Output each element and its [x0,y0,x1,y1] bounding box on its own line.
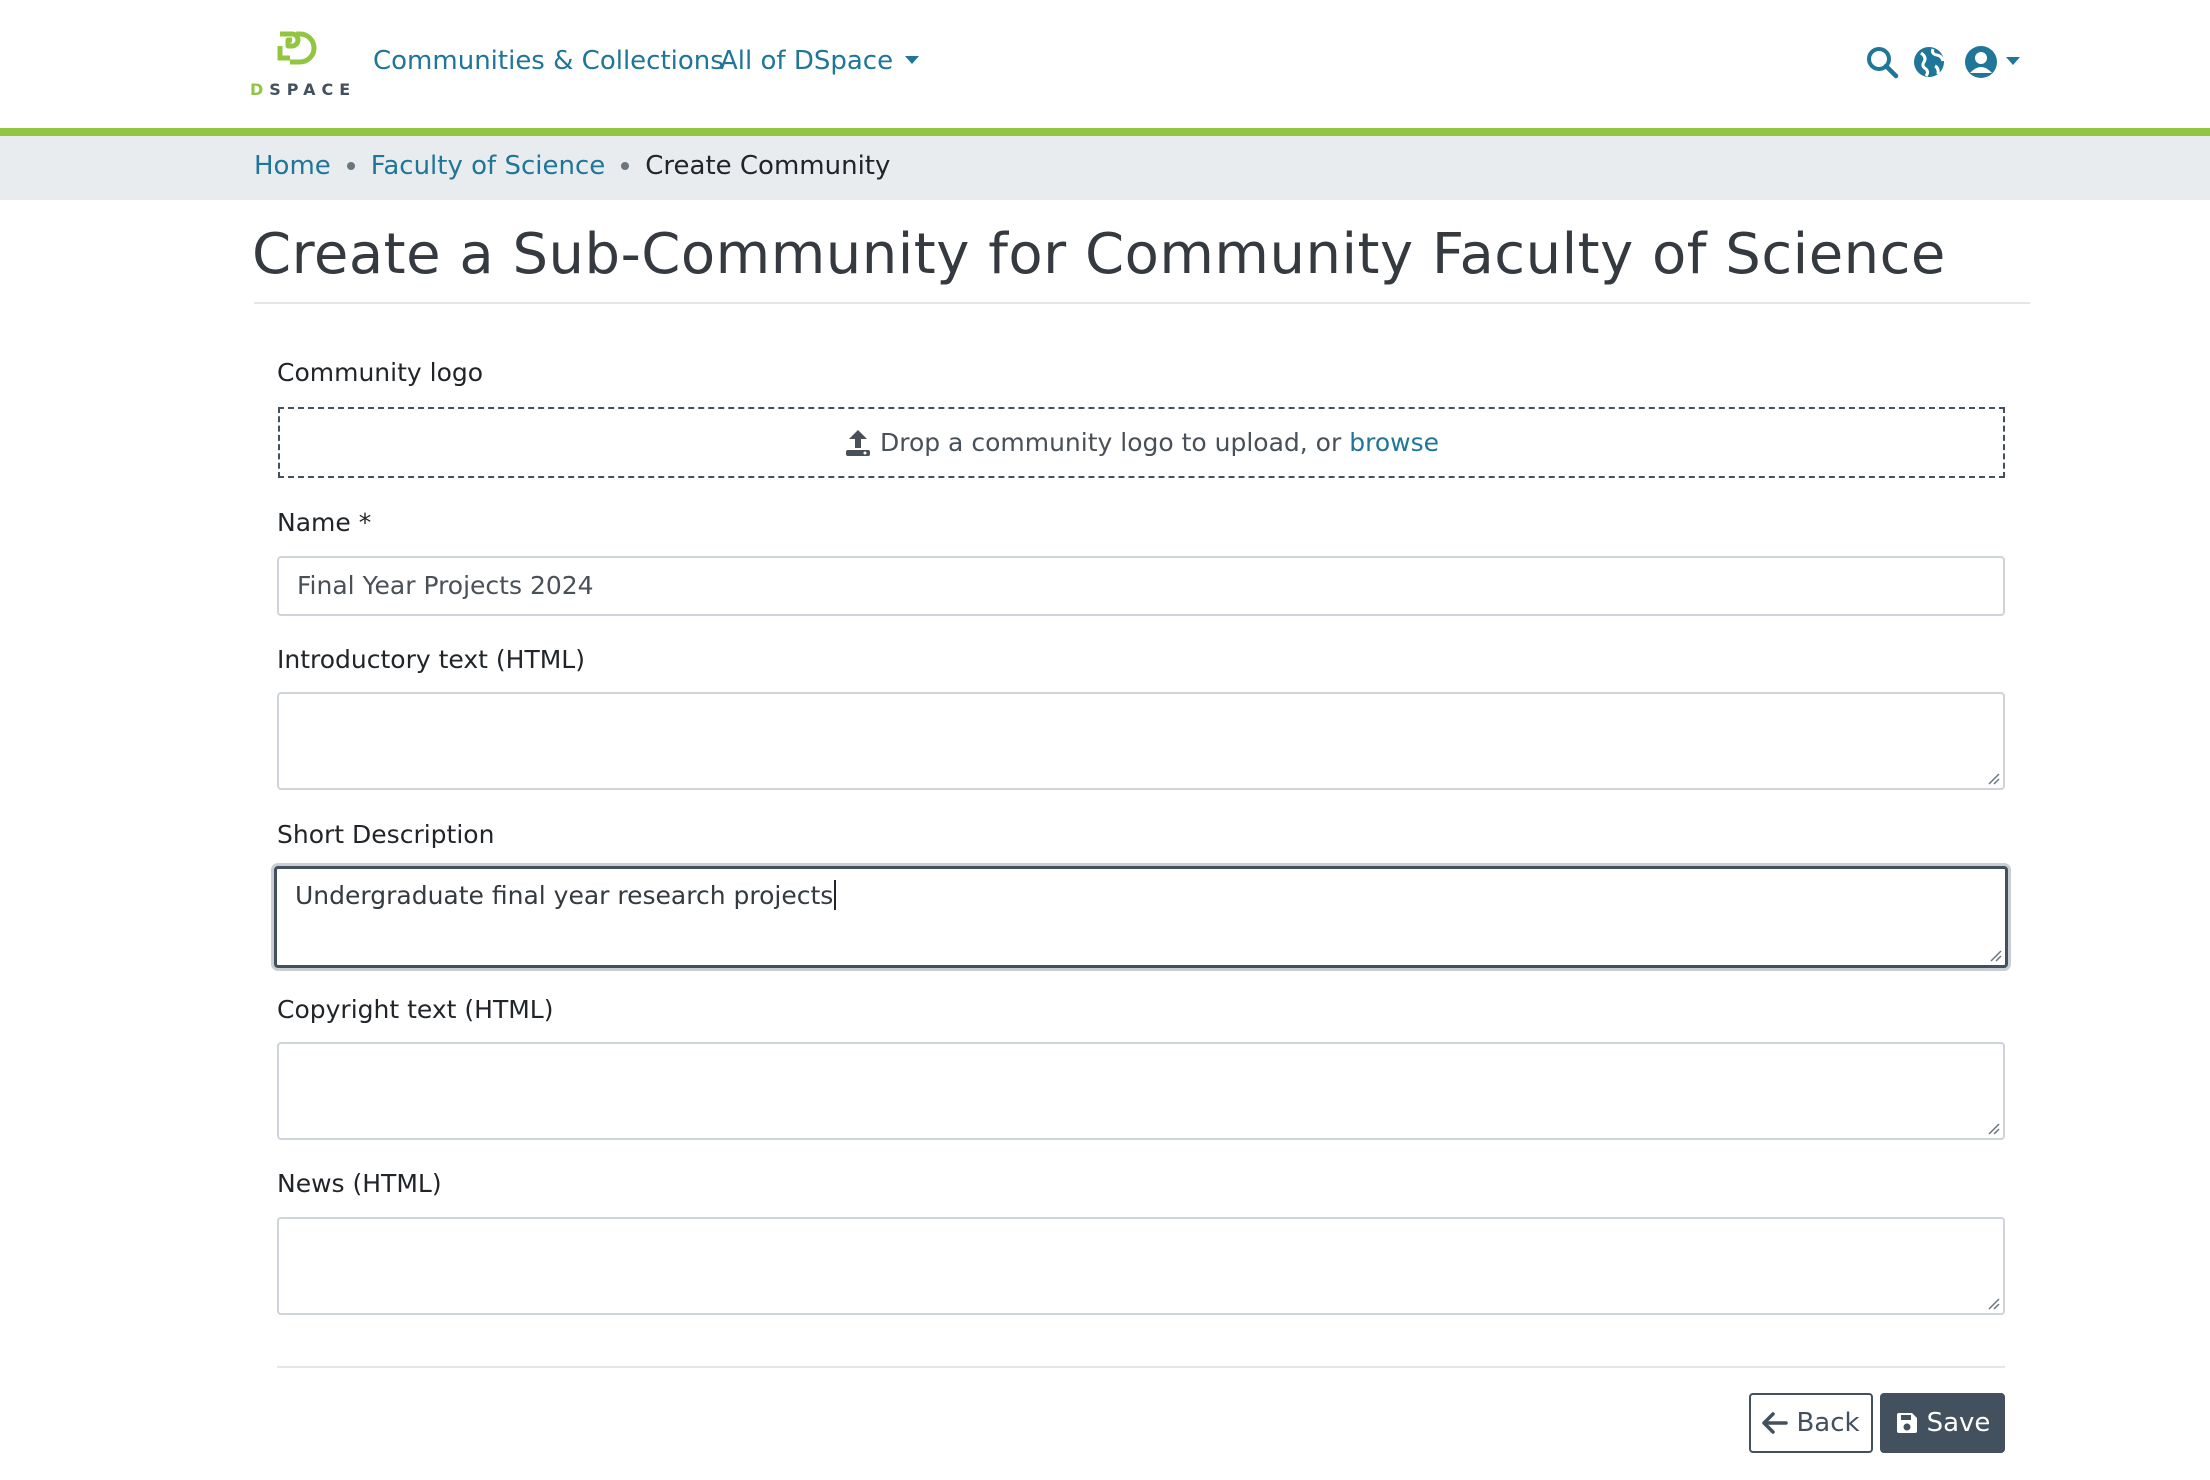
name-input[interactable]: Final Year Projects 2024 [277,556,2005,616]
nav-all-of-dspace[interactable]: All of DSpace [720,46,920,76]
upload-icon [845,429,870,456]
dropzone-text: Drop a community logo to upload, or [879,428,1342,457]
logo-dropzone[interactable]: Drop a community logo to upload, or brow… [278,407,2005,478]
breadcrumb-faculty-of-science[interactable]: Faculty of Science [371,151,605,181]
nav-communities-collections[interactable]: Communities & Collections [373,46,724,76]
breadcrumb-home[interactable]: Home [254,151,331,181]
title-divider [254,302,2030,304]
save-icon [1896,1413,1917,1433]
short-description-value: Undergraduate final year research projec… [295,881,834,910]
globe-icon[interactable] [1911,44,1947,80]
back-button-label: Back [1796,1408,1860,1438]
text-cursor [834,880,837,910]
breadcrumb: Home Faculty of Science Create Community [0,136,2210,200]
browse-link[interactable]: browse [1349,428,1439,457]
name-label: Name * [277,508,372,537]
short-description-textarea[interactable]: Undergraduate final year research projec… [274,866,2008,968]
page-title: Create a Sub-Community for Community Fac… [252,222,1946,287]
user-icon[interactable] [1963,44,1999,80]
resize-handle-icon[interactable] [1988,948,2002,962]
form-divider [277,1366,2005,1368]
breadcrumb-separator [346,162,355,170]
chevron-down-icon [905,55,920,64]
community-logo-label: Community logo [277,358,484,387]
dspace-logo[interactable]: DSPACE [250,28,357,100]
news-textarea[interactable] [277,1217,2005,1315]
site-header: DSPACE Communities & Collections All of … [0,0,2210,128]
nav-all-label: All of DSpace [720,46,894,76]
save-button[interactable]: Save [1880,1393,2005,1453]
breadcrumb-separator [621,162,630,170]
news-label: News (HTML) [277,1169,442,1198]
resize-handle-icon[interactable] [1986,771,2000,785]
header-accent-bar [0,128,2210,136]
copyright-text-textarea[interactable] [277,1042,2005,1140]
save-button-label: Save [1926,1408,1991,1438]
back-button[interactable]: Back [1749,1393,1873,1453]
dspace-wordmark: DSPACE [250,80,357,99]
resize-handle-icon[interactable] [1986,1121,2000,1135]
user-menu-chevron-down-icon[interactable] [2006,57,2020,65]
arrow-left-icon [1762,1412,1789,1434]
search-icon[interactable] [1864,44,1900,80]
introductory-text-label: Introductory text (HTML) [277,645,585,674]
breadcrumb-current: Create Community [645,151,891,181]
introductory-text-textarea[interactable] [277,692,2005,790]
dspace-logo-icon [277,31,317,65]
resize-handle-icon[interactable] [1986,1296,2000,1310]
copyright-text-label: Copyright text (HTML) [277,995,554,1024]
short-description-label: Short Description [277,820,495,849]
